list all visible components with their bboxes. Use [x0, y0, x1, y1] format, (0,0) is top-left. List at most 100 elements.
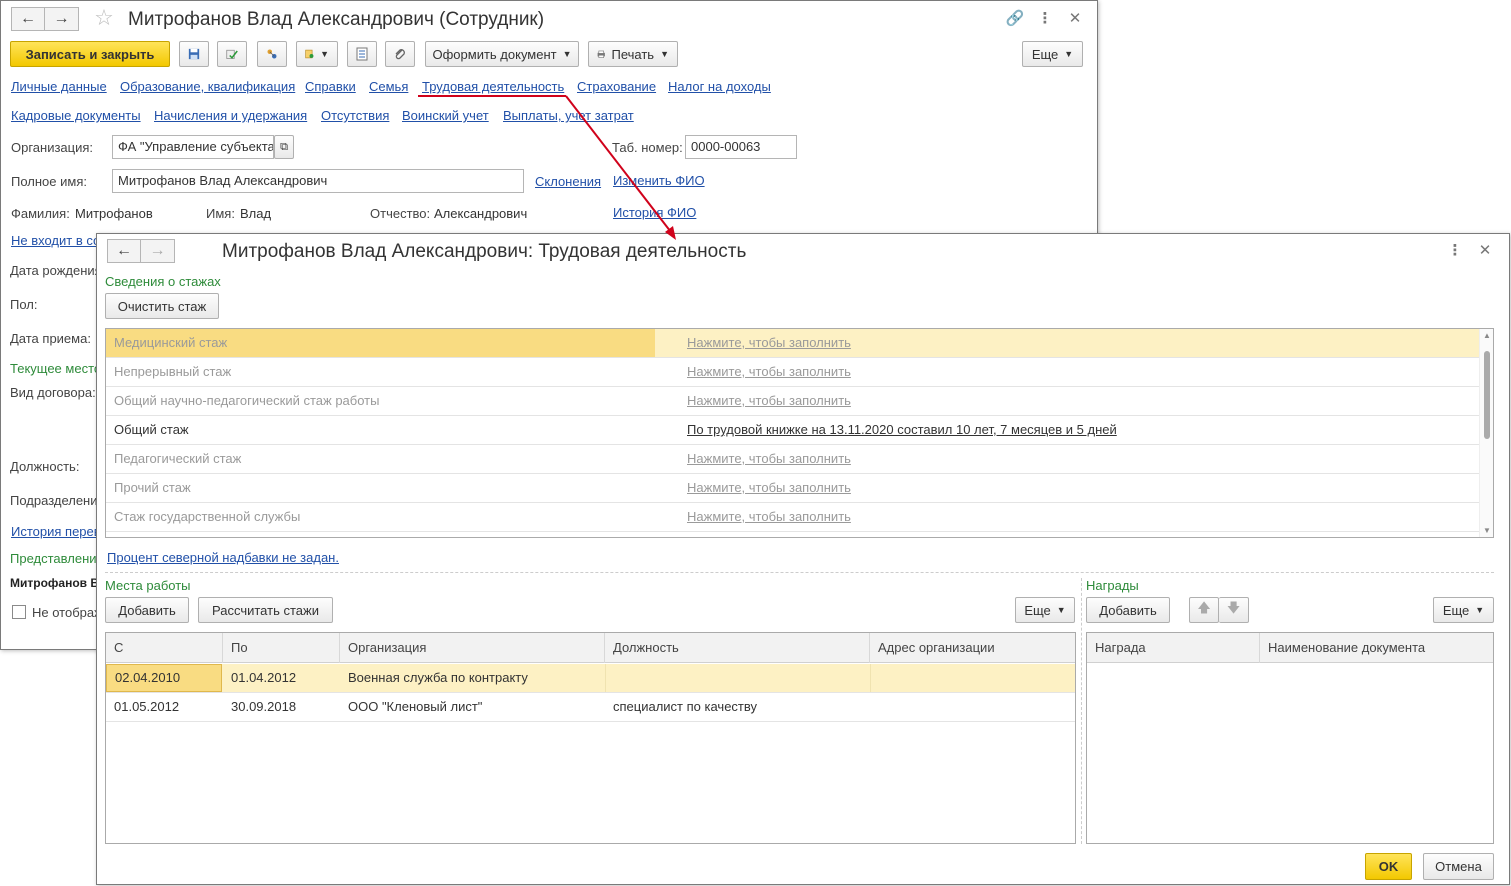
table-cell[interactable]	[870, 664, 1075, 692]
link-certificates[interactable]: Справки	[305, 79, 356, 94]
declensions-link[interactable]: Склонения	[535, 174, 601, 189]
table-cell[interactable]: 30.09.2018	[223, 693, 340, 721]
add-award-button[interactable]: Добавить	[1086, 597, 1170, 623]
close-icon[interactable]: ✕	[1065, 9, 1085, 27]
calculate-seniority-button[interactable]: Рассчитать стажи	[198, 597, 333, 623]
patronymic-label: Отчество:	[370, 206, 431, 221]
close-icon[interactable]: ✕	[1475, 241, 1495, 259]
table-cell[interactable]: 01.04.2012	[223, 664, 340, 692]
link-absences[interactable]: Отсутствия	[321, 108, 389, 123]
table-row[interactable]: 02.04.2010 01.04.2012 Военная служба по …	[106, 664, 1075, 693]
seniority-value-link[interactable]: Нажмите, чтобы заполнить	[679, 329, 851, 357]
move-up-icon[interactable]: 🡅	[1189, 597, 1219, 623]
seniority-row[interactable]: Стаж государственной службы Нажмите, что…	[106, 503, 1479, 532]
fio-history-link[interactable]: История ФИО	[613, 205, 696, 220]
nav-buttons: ← →	[11, 7, 79, 31]
seniority-value-link[interactable]: Нажмите, чтобы заполнить	[679, 387, 851, 415]
arrow-left-icon[interactable]: ←	[11, 7, 45, 31]
transfer-history-link[interactable]: История перев	[11, 524, 101, 539]
link-icon[interactable]: 🔗	[1005, 9, 1025, 27]
table-header: С По Организация Должность Адрес организ…	[106, 633, 1075, 663]
star-icon[interactable]: ☆	[94, 5, 114, 31]
workplaces-more-button[interactable]: Еще ▼	[1015, 597, 1075, 623]
seniority-scrollbar[interactable]: ▲ ▼	[1479, 329, 1493, 537]
column-header[interactable]: Должность	[605, 633, 870, 663]
column-header[interactable]: Адрес организации	[870, 633, 1075, 663]
seniority-value-link[interactable]: Нажмите, чтобы заполнить	[679, 474, 851, 502]
fullname-field[interactable]: Митрофанов Влад Александрович	[112, 169, 524, 193]
structure-icon[interactable]	[257, 41, 287, 67]
arrow-right-icon[interactable]: →	[141, 239, 175, 263]
table-cell[interactable]: 02.04.2010	[106, 664, 222, 692]
link-hr-documents[interactable]: Кадровые документы	[11, 108, 141, 123]
chevron-down-icon: ▼	[1064, 49, 1074, 59]
table-cell[interactable]: 01.05.2012	[106, 693, 223, 721]
link-income-tax[interactable]: Налог на доходы	[668, 79, 771, 94]
create-based-on-button[interactable]: ▼	[296, 41, 338, 67]
more-vertical-icon[interactable]: ⋮	[1035, 9, 1055, 27]
more-label: Еще	[1031, 46, 1059, 62]
column-header[interactable]: С	[106, 633, 223, 663]
tab-number-field[interactable]: 0000-00063	[685, 135, 797, 159]
more-vertical-icon[interactable]: ⋮	[1445, 241, 1465, 259]
seniority-row[interactable]: Непрерывный стаж Нажмите, чтобы заполнит…	[106, 358, 1479, 387]
seniority-row[interactable]: Общий научно-педагогический стаж работы …	[106, 387, 1479, 416]
column-header[interactable]: Награда	[1087, 633, 1260, 663]
print-button[interactable]: Печать ▼	[588, 41, 678, 67]
scroll-up-icon[interactable]: ▲	[1480, 331, 1493, 340]
link-work-activity[interactable]: Трудовая деятельность	[422, 79, 564, 94]
seniority-value-link[interactable]: По трудовой книжке на 13.11.2020 состави…	[679, 416, 1117, 444]
table-cell[interactable]	[605, 664, 870, 692]
column-header[interactable]: Организация	[340, 633, 605, 663]
table-cell[interactable]	[870, 693, 1075, 721]
arrow-right-icon[interactable]: →	[45, 7, 79, 31]
seniority-value-link[interactable]: Нажмите, чтобы заполнить	[679, 358, 851, 386]
organization-field[interactable]: ФА "Управление субъекта	[112, 135, 274, 159]
link-family[interactable]: Семья	[369, 79, 408, 94]
save-icon[interactable]	[179, 41, 209, 67]
link-education[interactable]: Образование, квалификация	[120, 79, 295, 94]
north-allowance-link[interactable]: Процент северной надбавки не задан.	[107, 550, 339, 565]
column-header[interactable]: По	[223, 633, 340, 663]
table-cell[interactable]: специалист по качеству	[605, 693, 870, 721]
add-workplace-button[interactable]: Добавить	[105, 597, 189, 623]
workplaces-table: С По Организация Должность Адрес организ…	[105, 632, 1076, 844]
create-document-button[interactable]: Оформить документ ▼	[425, 41, 579, 67]
printer-icon	[597, 50, 605, 58]
move-down-icon[interactable]: 🡇	[1219, 597, 1249, 623]
table-row[interactable]: 01.05.2012 30.09.2018 ООО "Кленовый лист…	[106, 693, 1075, 722]
cancel-button[interactable]: Отмена	[1423, 853, 1494, 880]
ok-button[interactable]: OK	[1365, 853, 1412, 880]
seniority-row[interactable]: Прочий стаж Нажмите, чтобы заполнить	[106, 474, 1479, 503]
save-close-button[interactable]: Записать и закрыть	[10, 41, 170, 67]
not-included-link[interactable]: Не входит в со	[11, 233, 100, 248]
change-fio-link[interactable]: Изменить ФИО	[613, 173, 705, 188]
seniority-row[interactable]: Медицинский стаж Нажмите, чтобы заполнит…	[106, 329, 1479, 358]
table-cell[interactable]: Военная служба по контракту	[340, 664, 605, 692]
attachment-icon[interactable]	[385, 41, 415, 67]
seniority-row[interactable]: Педагогический стаж Нажмите, чтобы запол…	[106, 445, 1479, 474]
link-personal-data[interactable]: Личные данные	[11, 79, 107, 94]
seniority-row[interactable]: Общий стаж По трудовой книжке на 13.11.2…	[106, 416, 1479, 445]
seniority-name: Прочий стаж	[114, 480, 191, 495]
clear-seniority-button[interactable]: Очистить стаж	[105, 293, 219, 319]
table-cell[interactable]: ООО "Кленовый лист"	[340, 693, 605, 721]
link-military[interactable]: Воинский учет	[402, 108, 489, 123]
scroll-thumb[interactable]	[1484, 351, 1490, 439]
awards-more-button[interactable]: Еще ▼	[1433, 597, 1494, 623]
arrow-left-icon[interactable]: ←	[107, 239, 141, 263]
link-accruals[interactable]: Начисления и удержания	[154, 108, 307, 123]
column-header[interactable]: Наименование документа	[1260, 633, 1493, 663]
not-show-checkbox[interactable]	[12, 605, 26, 619]
open-icon[interactable]: ⧉	[274, 135, 294, 159]
report-icon[interactable]	[347, 41, 377, 67]
scroll-down-icon[interactable]: ▼	[1480, 526, 1493, 535]
seniority-value-link[interactable]: Нажмите, чтобы заполнить	[679, 503, 851, 531]
post-icon[interactable]	[217, 41, 247, 67]
link-payments[interactable]: Выплаты, учет затрат	[503, 108, 634, 123]
seniority-value-link[interactable]: Нажмите, чтобы заполнить	[679, 445, 851, 473]
print-label: Печать	[611, 46, 655, 62]
more-button[interactable]: Еще ▼	[1022, 41, 1083, 67]
link-insurance[interactable]: Страхование	[577, 79, 656, 94]
name-value: Влад	[240, 206, 272, 221]
